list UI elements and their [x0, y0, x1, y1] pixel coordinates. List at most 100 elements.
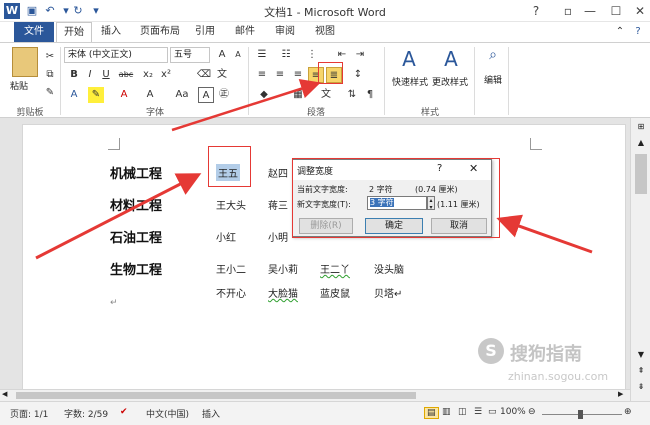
char-border-icon[interactable]: A	[198, 87, 214, 103]
align-right-icon[interactable]: ≡	[290, 67, 306, 83]
separator	[474, 47, 475, 115]
cut-icon[interactable]: ✂	[42, 49, 58, 65]
borders-icon[interactable]: ▦	[290, 87, 306, 103]
change-case-icon[interactable]: Aa	[174, 87, 190, 103]
highlight-icon[interactable]: ✎	[88, 87, 104, 103]
align-center-icon[interactable]: ≡	[272, 67, 288, 83]
scroll-left-icon[interactable]: ◀	[2, 390, 12, 400]
tab-references[interactable]: 引用	[190, 22, 220, 42]
watermark-url: zhinan.sogou.com	[508, 370, 609, 383]
quick-styles-button[interactable]: 快速样式	[392, 75, 428, 88]
scroll-thumb[interactable]	[635, 154, 647, 194]
superscript-icon[interactable]: x²	[158, 67, 174, 83]
outline-icon[interactable]: ☰	[474, 407, 482, 417]
chinese-layout-icon[interactable]: 文	[318, 87, 334, 103]
font-size-combo[interactable]: 五号	[170, 47, 210, 63]
tab-mailings[interactable]: 邮件	[230, 22, 260, 42]
help-icon[interactable]: ?	[520, 0, 552, 22]
vertical-scrollbar[interactable]: ⊞ ▲ ▼ ⇞ ⇟	[630, 118, 650, 401]
word-count[interactable]: 字数: 2/59	[64, 407, 108, 420]
status-bar: 页面: 1/1 字数: 2/59 ✔ 中文(中国) 插入 ▤ ▥ ◫ ☰ ▭ 1…	[0, 401, 650, 425]
styles-group-label: 样式	[420, 108, 439, 118]
highlight-box-selection	[208, 146, 251, 187]
quick-styles-icon[interactable]: A	[398, 47, 420, 71]
zoom-slider-thumb[interactable]	[578, 410, 583, 419]
page-count[interactable]: 页面: 1/1	[10, 407, 48, 420]
font-name-combo[interactable]: 宋体 (中文正文)	[64, 47, 168, 63]
grow-font-icon[interactable]: A	[214, 47, 230, 63]
paste-button[interactable]: 粘贴	[10, 79, 28, 92]
tab-home[interactable]: 开始	[56, 22, 92, 43]
subscript-icon[interactable]: x₂	[140, 67, 156, 83]
clear-format-icon[interactable]: ⌫	[196, 67, 212, 83]
line-spacing-icon[interactable]: ↕	[350, 67, 366, 83]
name-cell: 蒋三	[268, 201, 288, 212]
scroll-up-icon[interactable]: ▲	[635, 138, 647, 150]
show-marks-icon[interactable]: ¶	[362, 87, 378, 103]
zoom-out-icon[interactable]: ⊖	[528, 407, 536, 417]
shading-icon[interactable]: ◆	[256, 87, 272, 103]
format-painter-icon[interactable]: ✎	[42, 85, 58, 101]
web-layout-icon[interactable]: ◫	[458, 407, 467, 417]
name-cell: 赵四	[268, 169, 288, 180]
zoom-in-icon[interactable]: ⊕	[624, 407, 632, 417]
tab-insert[interactable]: 插入	[96, 22, 126, 42]
ruler-toggle-icon[interactable]: ⊞	[635, 122, 647, 134]
find-icon[interactable]: ⌕	[484, 47, 502, 69]
draft-icon[interactable]: ▭	[488, 407, 497, 417]
tab-view[interactable]: 视图	[310, 22, 340, 42]
italic-icon[interactable]: I	[82, 67, 98, 83]
change-styles-button[interactable]: 更改样式	[432, 75, 468, 88]
heading-biology: 生物工程	[110, 263, 163, 278]
close-icon[interactable]: ✕	[624, 0, 650, 22]
sort-icon[interactable]: ⇅	[344, 87, 360, 103]
enclose-char-icon[interactable]: ㊣	[216, 87, 232, 103]
heading-materials: 材料工程	[110, 199, 163, 214]
tab-review[interactable]: 审阅	[270, 22, 300, 42]
scroll-right-icon[interactable]: ▶	[618, 390, 628, 400]
horizontal-scroll-thumb[interactable]	[16, 392, 416, 399]
change-styles-icon[interactable]: A	[440, 47, 462, 71]
decrease-indent-icon[interactable]: ⇤	[334, 47, 350, 63]
char-shading-icon[interactable]: A	[142, 87, 158, 103]
full-screen-reading-icon[interactable]: ▥	[442, 407, 451, 417]
name-cell: 没头脑	[374, 265, 404, 276]
strikethrough-icon[interactable]: abc	[118, 67, 134, 83]
horizontal-scrollbar[interactable]: ◀ ▶	[0, 389, 630, 401]
editing-button[interactable]: 编辑	[484, 73, 502, 86]
help-circle-icon[interactable]: ?	[630, 22, 646, 42]
shrink-font-icon[interactable]: A	[230, 47, 246, 63]
paste-icon[interactable]	[12, 47, 38, 77]
increase-indent-icon[interactable]: ⇥	[352, 47, 368, 63]
next-page-icon[interactable]: ⇟	[635, 382, 647, 394]
collapse-ribbon-icon[interactable]: ⌃	[612, 22, 628, 42]
name-cell: 不开心	[216, 289, 246, 300]
prev-page-icon[interactable]: ⇞	[635, 366, 647, 378]
multilevel-list-icon[interactable]: ⋮	[304, 47, 320, 63]
heading-petroleum: 石油工程	[110, 231, 163, 246]
name-cell: 王二丫	[320, 265, 350, 276]
insert-mode[interactable]: 插入	[202, 407, 220, 420]
proofing-icon[interactable]: ✔	[120, 407, 128, 417]
align-left-icon[interactable]: ≡	[254, 67, 270, 83]
zoom-level[interactable]: 100%	[500, 407, 526, 417]
name-cell: 蓝皮鼠	[320, 289, 350, 300]
tab-file[interactable]: 文件	[14, 22, 54, 42]
paragraph-group-label: 段落	[306, 108, 325, 118]
underline-icon[interactable]: U	[98, 67, 114, 83]
copy-icon[interactable]: ⧉	[42, 67, 58, 83]
separator	[60, 47, 61, 115]
numbering-icon[interactable]: ☷	[278, 47, 294, 63]
font-group-label: 字体	[145, 108, 164, 118]
print-layout-icon[interactable]: ▤	[424, 407, 439, 419]
bold-icon[interactable]: B	[66, 67, 82, 83]
scroll-down-icon[interactable]: ▼	[635, 350, 647, 362]
bullets-icon[interactable]: ☰	[254, 47, 270, 63]
language[interactable]: 中文(中国)	[146, 407, 189, 420]
font-color-icon[interactable]: A	[116, 87, 132, 103]
phonetic-guide-icon[interactable]: 文	[214, 67, 230, 83]
text-effects-icon[interactable]: A	[66, 87, 82, 103]
tab-layout[interactable]: 页面布局	[134, 22, 186, 42]
name-cell: 贝塔↵	[374, 289, 403, 300]
clipboard-group-label: 剪贴板	[16, 108, 44, 118]
